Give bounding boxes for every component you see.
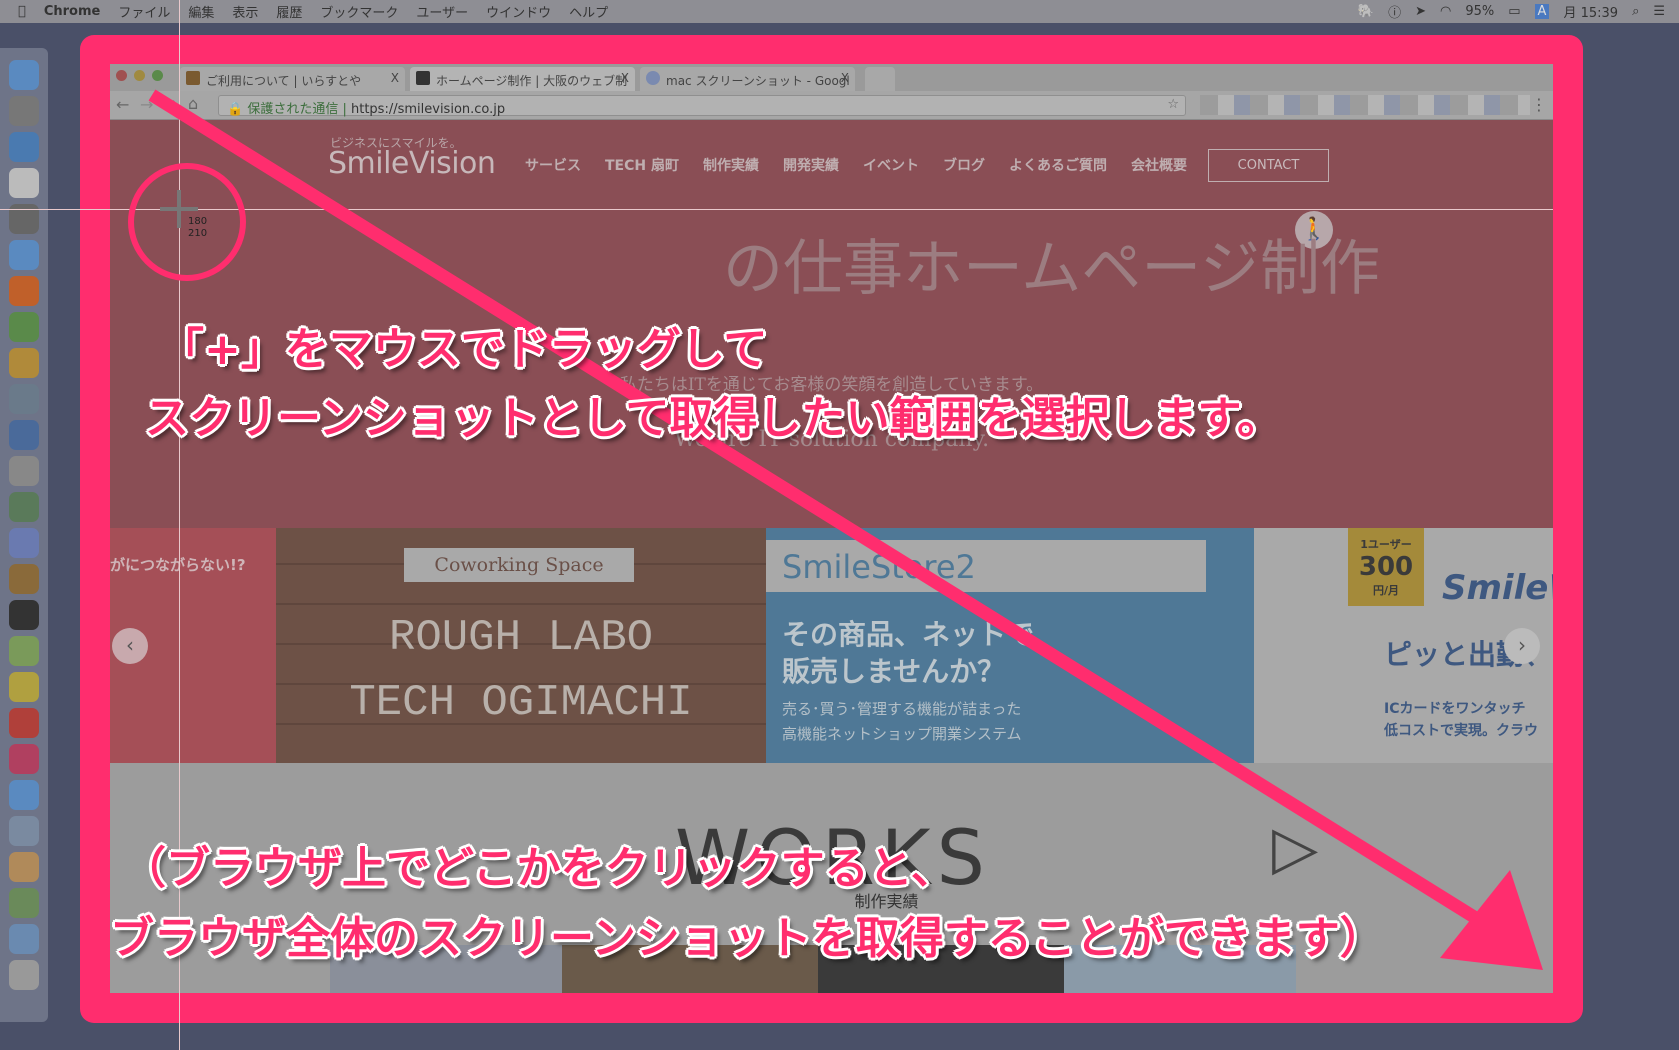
caption-line-4: ブラウザ全体のスクリーンショットを取得することができます） bbox=[110, 913, 1384, 964]
arrow-head-icon bbox=[1440, 870, 1543, 970]
caption-line-1: 「+」をマウスでドラッグして bbox=[160, 324, 768, 375]
arrow-shaft bbox=[148, 89, 1499, 936]
caption-line-3: （ブラウザ上でどこかをクリックすると、 bbox=[122, 843, 955, 894]
caption-line-2: スクリーンショットとして取得したい範囲を選択します。 bbox=[145, 393, 1282, 444]
